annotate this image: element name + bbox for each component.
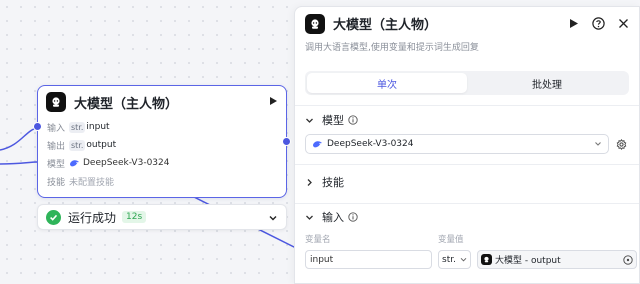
node-model-row: 模型 DeepSeek-V3-0324 (38, 154, 286, 172)
panel-description: 调用大语言模型,使用变量和提示词生成回复 (305, 43, 479, 53)
node-skill-row: 技能 未配置技能 (38, 172, 286, 190)
panel-header: 大模型（主人物） (295, 7, 639, 40)
run-time-badge: 12s (122, 211, 147, 223)
deepseek-icon (70, 159, 79, 166)
output-port[interactable] (282, 137, 291, 146)
col-var-name: 变量名 (305, 235, 331, 245)
chevron-down-icon[interactable] (305, 213, 314, 222)
run-mode-tabs: 单次 批处理 (305, 71, 629, 95)
info-icon[interactable] (348, 115, 358, 125)
panel-title: 大模型（主人物） (333, 18, 438, 33)
output-label: 输出 (47, 141, 66, 152)
chevron-down-icon[interactable] (268, 208, 278, 227)
input-section-header[interactable]: 输入 (295, 204, 639, 230)
input-column-headers: 变量名 变量值 (295, 233, 639, 245)
var-type-value: str. (442, 254, 456, 265)
skill-label: 技能 (47, 177, 66, 188)
input-type-tag: str. (69, 121, 86, 133)
chevron-down-icon (594, 140, 602, 148)
node-settings-panel: 大模型（主人物） 调用大语言模型,使用变量和提示词生成回复 单次 批处理 模型 (294, 6, 640, 284)
help-icon[interactable] (592, 17, 605, 30)
chevron-down-icon (460, 257, 467, 262)
deepseek-icon (313, 140, 322, 147)
edge-incoming (0, 127, 38, 151)
run-status-bar[interactable]: 运行成功 12s (37, 204, 287, 230)
run-status-text: 运行成功 (68, 210, 117, 225)
input-variable-row: input str. 大模型 - output (295, 250, 639, 269)
check-circle-icon (46, 209, 61, 225)
var-reference-select[interactable]: 大模型 - output (477, 250, 637, 269)
output-type-tag: str. (69, 139, 86, 151)
input-section-label: 输入 (322, 211, 344, 224)
edge-from-left (0, 161, 38, 165)
var-reference-value: 大模型 - output (495, 256, 561, 266)
skill-section-label: 技能 (322, 176, 344, 189)
skill-value: 未配置技能 (69, 177, 115, 188)
bot-icon (481, 254, 492, 265)
node-title: 大模型（主人物） (74, 96, 179, 112)
model-label: 模型 (47, 159, 66, 170)
model-section-label: 模型 (322, 114, 344, 127)
gear-icon[interactable] (616, 138, 627, 150)
model-section-header[interactable]: 模型 (295, 106, 639, 134)
output-name: output (86, 140, 117, 150)
input-name: input (86, 122, 110, 132)
var-type-select[interactable]: str. (438, 250, 471, 269)
play-icon[interactable] (268, 96, 278, 109)
play-icon[interactable] (568, 18, 579, 29)
var-name-input[interactable]: input (305, 250, 432, 269)
node-input-row: 输入 str. input (38, 118, 286, 136)
input-port[interactable] (33, 122, 42, 131)
bot-icon (305, 13, 325, 34)
skill-section-header[interactable]: 技能 (295, 165, 639, 199)
llm-node-card[interactable]: 大模型（主人物） 输入 str. input 输出 str. output 模型… (33, 85, 291, 198)
col-var-value: 变量值 (438, 235, 464, 245)
model-select[interactable]: DeepSeek-V3-0324 (305, 134, 609, 154)
clear-circle-icon[interactable] (623, 254, 633, 265)
tab-single[interactable]: 单次 (307, 73, 467, 93)
chevron-down-icon[interactable] (305, 116, 314, 125)
chevron-right-icon[interactable] (305, 178, 314, 187)
node-model-value: DeepSeek-V3-0324 (83, 158, 170, 168)
close-icon[interactable] (618, 18, 629, 29)
node-header: 大模型（主人物） (38, 86, 286, 118)
node-output-row: 输出 str. output (38, 136, 286, 154)
model-select-value: DeepSeek-V3-0324 (327, 139, 414, 149)
info-icon[interactable] (348, 212, 358, 222)
input-label: 输入 (47, 123, 66, 134)
tab-batch[interactable]: 批处理 (467, 73, 627, 93)
bot-icon (46, 92, 66, 112)
